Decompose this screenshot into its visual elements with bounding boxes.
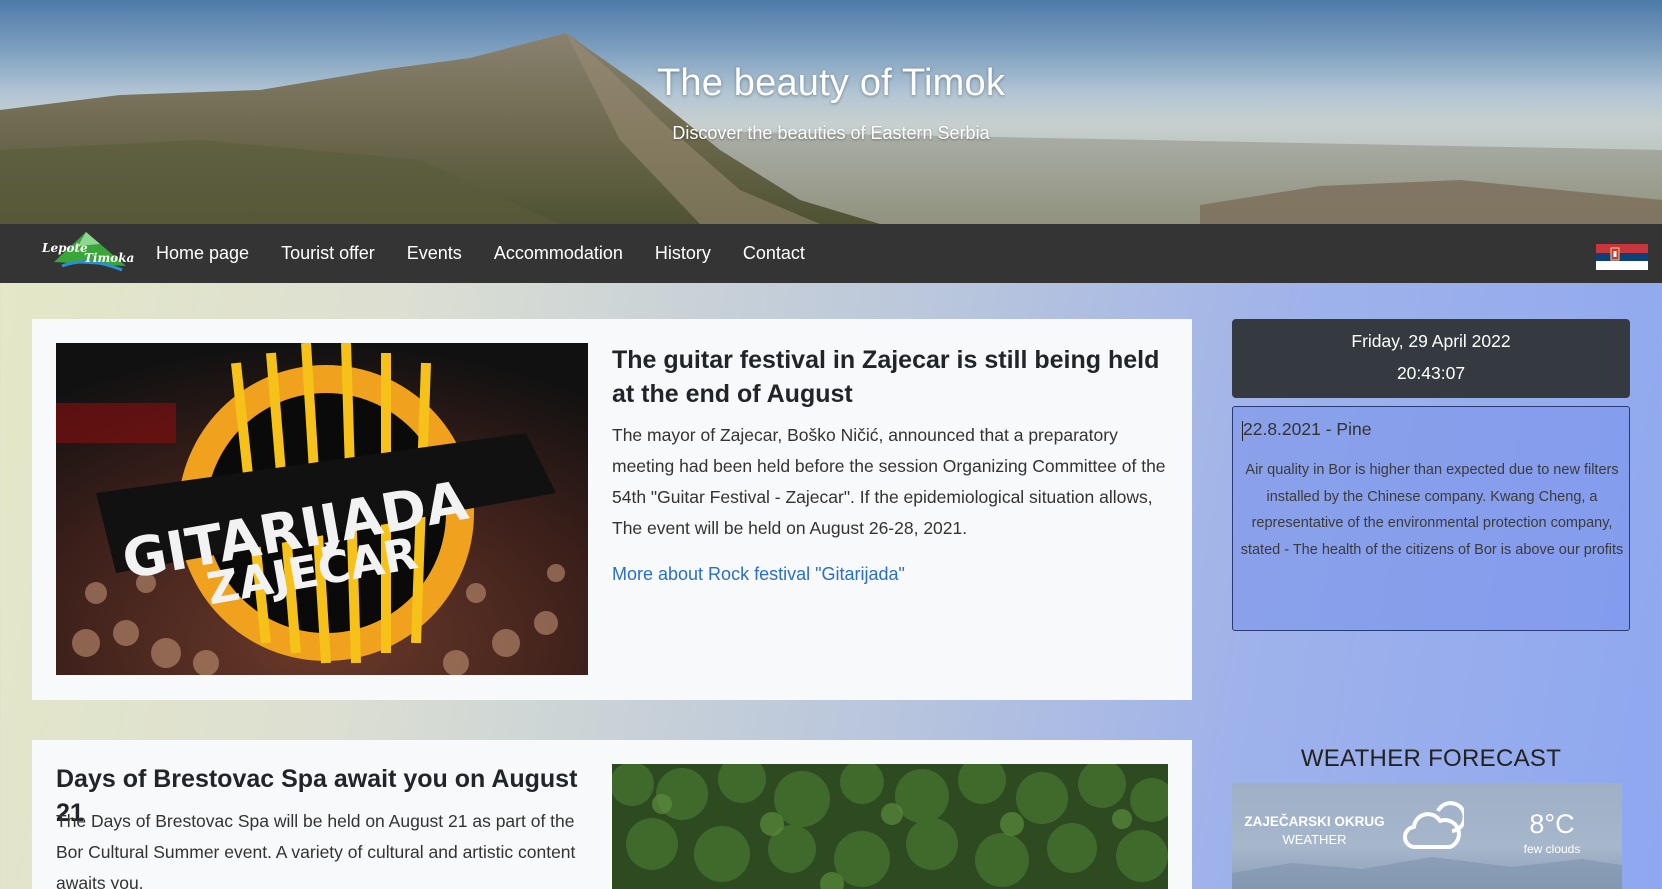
current-time: 20:43:07	[1396, 363, 1466, 383]
article-card: Days of Brestovac Spa await you on Augus…	[32, 740, 1192, 889]
nav-menu: Home page Tourist offer Events Accommoda…	[156, 224, 837, 283]
nav-contact[interactable]: Contact	[743, 243, 805, 264]
news-body: Air quality in Bor is higher than expect…	[1240, 462, 1624, 558]
nav-history[interactable]: History	[655, 243, 711, 264]
weather-label: WEATHER	[1282, 832, 1347, 847]
mountain-landscape-image	[0, 33, 1662, 224]
cloud-icon	[1400, 801, 1467, 862]
weather-widget[interactable]: ZAJEČARSKI OKRUG WEATHER 8°C few clouds	[1232, 783, 1622, 889]
nav-home[interactable]: Home page	[156, 243, 249, 264]
hero-title: The beauty of Timok	[656, 62, 1006, 104]
article-title: The guitar festival in Zajecar is still …	[612, 346, 1160, 408]
current-date: Friday, 29 April 2022	[1351, 331, 1511, 351]
main-navbar: Lepote Timoka Home page Tourist offer Ev…	[0, 224, 1662, 283]
hero-banner: The beauty of Timok Discover the beautie…	[0, 0, 1662, 224]
gitarijada-image: GITARIJADA ZAJEČAR	[56, 343, 588, 675]
nav-events[interactable]: Events	[407, 243, 462, 264]
date-time-panel: Friday, 29 April 2022 20:43:07	[1232, 319, 1630, 398]
forest-image	[612, 764, 1168, 889]
news-header: 22.8.2021 - Pine	[1243, 419, 1372, 439]
nav-tourist-offer[interactable]: Tourist offer	[281, 243, 375, 264]
logo-text-top: Lepote	[41, 241, 88, 255]
weather-location: ZAJEČARSKI OKRUG	[1244, 814, 1385, 829]
news-ticker-box[interactable]: 22.8.2021 - Pine Air quality in Bor is h…	[1232, 406, 1630, 631]
article-text: The Days of Brestovac Spa will be held o…	[56, 811, 576, 889]
hero-subtitle: Discover the beauties of Eastern Serbia	[672, 123, 990, 143]
article-more-link[interactable]: More about Rock festival "Gitarijada"	[612, 564, 905, 585]
article-text: The mayor of Zajecar, Boško Ničić, annou…	[612, 425, 1166, 538]
logo-text-bottom: Timoka	[84, 251, 134, 265]
nav-accommodation[interactable]: Accommodation	[494, 243, 623, 264]
weather-heading: WEATHER FORECAST	[1300, 745, 1562, 772]
site-logo[interactable]: Lepote Timoka	[38, 226, 140, 280]
weather-description: few clouds	[1523, 842, 1581, 856]
article-card: GITARIJADA ZAJEČAR The guitar festival i…	[32, 319, 1192, 700]
weather-temperature: 8°C	[1529, 809, 1575, 839]
serbian-flag-icon[interactable]	[1596, 244, 1648, 270]
